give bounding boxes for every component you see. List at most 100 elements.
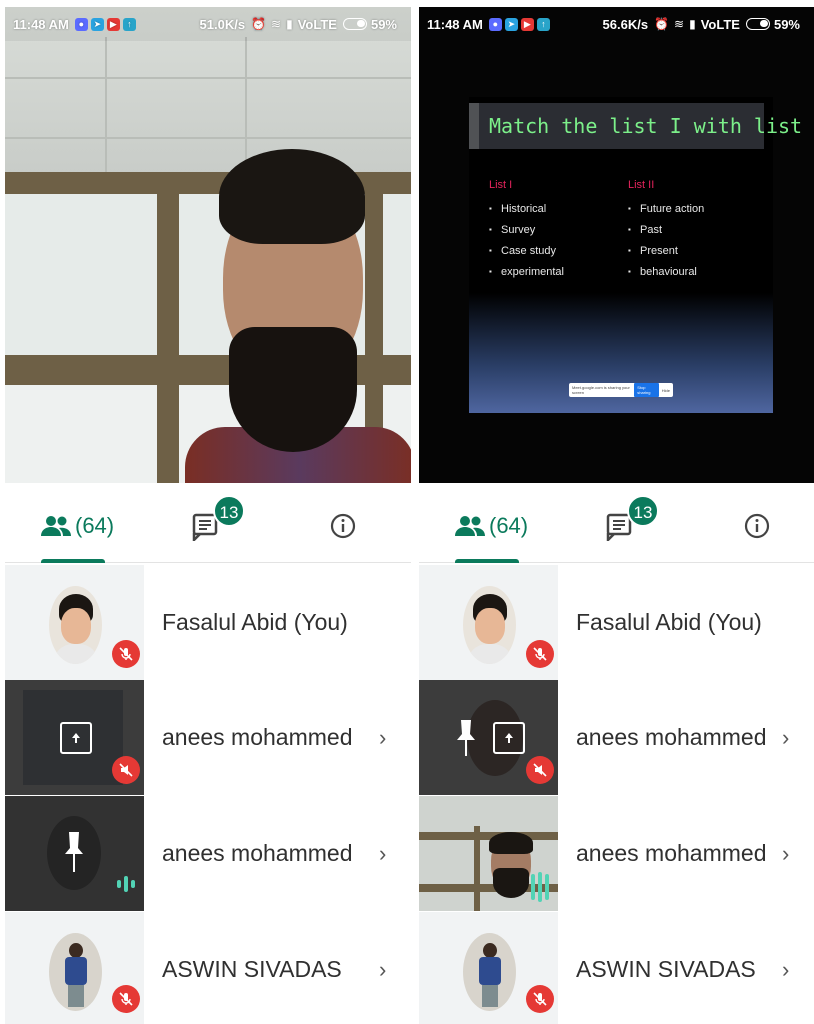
left-phone-screen: 11:48 AM ● ➤ ▶ ↑ 51.0K/s ⏰ ≋ ▮ VoLTE 59%… [5, 0, 411, 1024]
mic-off-icon [526, 756, 554, 784]
participant-thumbnail [5, 796, 144, 911]
slide-title: Match the list I with list II [469, 103, 814, 149]
upload-icon: ↑ [536, 17, 550, 31]
slide-list-two: List II Future action Past Present behav… [628, 179, 704, 287]
participant-row[interactable]: anees mohammed › [419, 796, 814, 911]
list-one-item: experimental [489, 266, 564, 278]
mic-off-icon [112, 640, 140, 668]
tab-bar: (64) [419, 490, 814, 563]
participant-thumbnail [419, 565, 558, 680]
participant-row[interactable]: anees mohammed › [5, 796, 411, 911]
avatar [49, 586, 102, 664]
right-phone-screen: Match the list I with list II List I His… [419, 0, 814, 1024]
wifi-icon: ≋ [674, 17, 685, 31]
participant-thumbnail [419, 912, 558, 1024]
hide-button[interactable]: Hide [662, 388, 670, 393]
participant-thumbnail [5, 680, 144, 795]
telegram-icon: ➤ [504, 17, 518, 31]
speaking-icon [117, 876, 135, 892]
people-icon [41, 516, 71, 536]
participant-name: anees mohammed [162, 724, 353, 750]
list-two-item: behavioural [628, 266, 704, 278]
network-speed: 56.6K/s [602, 16, 649, 32]
participant-thumbnail [5, 912, 144, 1024]
list-one-item: Case study [489, 245, 564, 257]
chat-unread-badge: 13 [627, 495, 659, 527]
battery-level: 59% [773, 16, 800, 32]
slide-list-one: List I Historical Survey Case study expe… [489, 179, 564, 287]
participant-name: anees mohammed [576, 724, 767, 750]
chevron-right-icon[interactable]: › [379, 841, 399, 867]
tab-info[interactable] [330, 506, 356, 546]
signal-icon: ▮ [689, 17, 696, 31]
sharing-notification-bar: Meet.google.com is sharing your screen S… [569, 383, 673, 397]
chevron-right-icon[interactable]: › [379, 725, 399, 751]
youtube-icon: ▶ [106, 17, 120, 31]
chevron-right-icon[interactable]: › [782, 957, 802, 983]
participant-name: ASWIN SIVADAS [576, 956, 756, 982]
avatar [463, 933, 516, 1011]
people-count: (64) [75, 513, 115, 538]
participant-row[interactable]: Fasalul Abid (You) [5, 565, 411, 680]
list-two-item: Past [628, 224, 704, 236]
participant-row[interactable]: ASWIN SIVADAS › [5, 912, 411, 1024]
mic-off-icon [112, 756, 140, 784]
youtube-icon: ▶ [520, 17, 534, 31]
info-icon [744, 513, 770, 539]
signal-icon: ▮ [286, 17, 293, 31]
presentation-slide: Match the list I with list II List I His… [469, 97, 814, 413]
alarm-icon: ⏰ [251, 17, 267, 31]
participant-thumbnail [419, 796, 558, 911]
participant-row[interactable]: Fasalul Abid (You) [419, 565, 814, 680]
present-icon [60, 722, 92, 754]
chevron-right-icon[interactable]: › [782, 841, 802, 867]
tab-people[interactable]: (64) [41, 506, 114, 546]
participant-thumbnail [5, 565, 144, 680]
network-type: VoLTE [700, 16, 740, 32]
list-one-item: Historical [489, 203, 564, 215]
participant-row[interactable]: anees mohammed › [419, 680, 814, 795]
participant-thumbnail [419, 680, 558, 795]
list-two-item: Future action [628, 203, 704, 215]
people-count: (64) [489, 513, 529, 538]
people-icon [455, 516, 485, 536]
present-icon [493, 722, 525, 754]
mic-off-icon [526, 640, 554, 668]
wifi-icon: ≋ [271, 17, 282, 31]
list-two-item: Present [628, 245, 704, 257]
active-tab-indicator [455, 559, 519, 563]
upload-icon: ↑ [122, 17, 136, 31]
list-two-header: List II [628, 179, 655, 191]
chevron-right-icon[interactable]: › [379, 957, 399, 983]
status-time: 11:48 AM [13, 16, 69, 32]
tab-bar: (64) [5, 490, 411, 563]
participant-name: Fasalul Abid (You) [162, 609, 348, 635]
screenshot-composite: 11:48 AM ● ➤ ▶ ↑ 51.0K/s ⏰ ≋ ▮ VoLTE 59%… [0, 0, 814, 1024]
participant-name: Fasalul Abid (You) [576, 609, 762, 635]
list-one-item: Survey [489, 224, 564, 236]
mic-off-icon [526, 985, 554, 1013]
tab-people[interactable]: (64) [455, 506, 528, 546]
participant-row[interactable]: ASWIN SIVADAS › [419, 912, 814, 1024]
network-speed: 51.0K/s [199, 16, 246, 32]
battery-icon [342, 18, 367, 30]
telegram-icon: ➤ [90, 17, 104, 31]
status-time: 11:48 AM [427, 16, 483, 32]
participant-name: ASWIN SIVADAS [162, 956, 342, 982]
stop-sharing-button[interactable]: Stop sharing [634, 383, 659, 397]
chat-unread-badge: 13 [213, 495, 245, 527]
mic-off-icon [112, 985, 140, 1013]
main-video-feed[interactable] [5, 7, 411, 483]
pin-icon [457, 720, 475, 756]
chevron-right-icon[interactable]: › [782, 725, 802, 751]
avatar [463, 586, 516, 664]
battery-level: 59% [370, 16, 397, 32]
info-icon [330, 513, 356, 539]
active-tab-indicator [41, 559, 105, 563]
participant-row[interactable]: anees mohammed › [5, 680, 411, 795]
screen-share-feed[interactable]: Match the list I with list II List I His… [419, 7, 814, 483]
speaking-icon [531, 872, 549, 902]
tab-info[interactable] [744, 506, 770, 546]
participant-name: anees mohammed [576, 840, 767, 866]
list-one-header: List I [489, 179, 513, 191]
